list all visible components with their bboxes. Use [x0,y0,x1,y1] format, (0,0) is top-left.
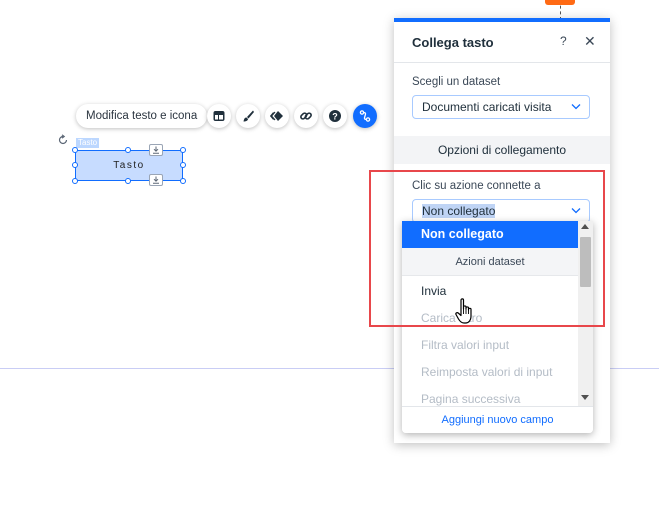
element-name-tag: Tasto [76,138,100,148]
connection-options-header: Opzioni di collegamento [394,136,610,164]
layout-button[interactable] [207,104,231,128]
stretch-bottom-button[interactable] [149,174,163,186]
help-icon[interactable]: ? [560,34,567,48]
close-icon[interactable]: ✕ [584,33,596,50]
brush-icon [243,110,254,122]
resize-handle[interactable] [125,147,131,153]
add-new-field-link[interactable]: Aggiungi nuovo campo [402,406,593,433]
dataset-select-value: Documenti caricati visita [422,100,552,114]
resize-handle[interactable] [125,178,131,184]
orange-marker [545,0,575,5]
connect-data-icon [359,110,371,122]
rotate-icon[interactable] [57,134,69,146]
layout-icon [213,111,225,121]
connect-data-button[interactable] [353,104,377,128]
button-element-text: Tasto [113,160,145,171]
highlight-box [369,170,605,327]
resize-handle[interactable] [72,178,78,184]
resize-handle[interactable] [180,147,186,153]
svg-text:?: ? [332,111,338,121]
hand-cursor-icon [455,298,472,324]
design-button[interactable] [236,104,260,128]
dataset-select[interactable]: Documenti caricati visita [412,95,590,119]
download-icon [153,176,159,184]
resize-handle[interactable] [180,178,186,184]
resize-handle[interactable] [180,162,186,168]
chevron-down-icon [571,104,581,110]
panel-title: Collega tasto [412,35,494,50]
dataset-label: Scegli un dataset [412,76,501,88]
link-button[interactable] [294,104,318,128]
animation-icon [270,111,283,121]
edit-text-icon-button[interactable]: Modifica testo e icona [76,104,208,128]
dropdown-option-next-page: Pagina successiva [421,392,521,406]
download-icon [153,146,159,154]
animation-button[interactable] [265,104,289,128]
dropdown-option-filter: Filtra valori input [421,338,510,352]
help-button[interactable]: ? [323,104,347,128]
divider [394,62,610,63]
stretch-top-button[interactable] [149,144,163,156]
resize-handle[interactable] [72,162,78,168]
resize-handle[interactable] [72,147,78,153]
selected-button-element[interactable]: Tasto [75,150,183,181]
link-icon [300,112,312,120]
help-icon: ? [329,110,341,122]
dropdown-option-reset: Reimposta valori di input [421,365,553,379]
scroll-down-arrow-icon[interactable] [581,395,589,400]
